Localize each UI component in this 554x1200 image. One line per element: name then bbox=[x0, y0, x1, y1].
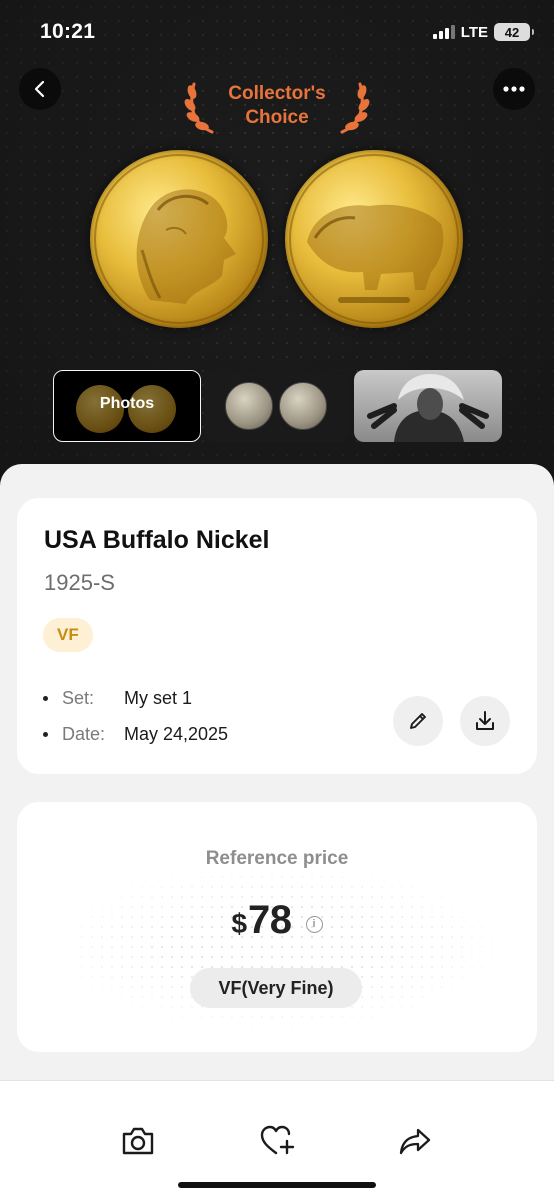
coin-info-card: USA Buffalo Nickel 1925-S VF Set: My set… bbox=[17, 498, 537, 774]
set-label: Set: bbox=[62, 688, 95, 708]
camera-icon bbox=[122, 1127, 154, 1155]
coin-obverse-image[interactable] bbox=[90, 150, 268, 328]
edit-button[interactable] bbox=[393, 696, 443, 746]
thumbnail-photos[interactable]: Photos bbox=[53, 370, 201, 442]
share-icon bbox=[399, 1128, 431, 1155]
set-row: Set: My set 1 bbox=[43, 688, 192, 709]
coin-reverse-image[interactable] bbox=[285, 150, 463, 328]
add-to-favorites-button[interactable] bbox=[255, 1119, 299, 1163]
price-amount: $ 78 i bbox=[17, 898, 537, 943]
share-button[interactable] bbox=[393, 1119, 437, 1163]
thumbnail-photos-label: Photos bbox=[99, 395, 155, 412]
status-indicators: LTE 42 bbox=[432, 23, 534, 41]
signal-icon bbox=[432, 25, 455, 39]
back-button[interactable] bbox=[19, 68, 61, 110]
heart-plus-icon bbox=[260, 1125, 295, 1155]
chevron-left-icon bbox=[34, 80, 45, 98]
coin-name: USA Buffalo Nickel bbox=[44, 526, 270, 554]
price-currency: $ bbox=[231, 908, 248, 939]
thumbnail-historical-portrait[interactable] bbox=[354, 370, 502, 442]
battery-icon: 42 bbox=[494, 23, 534, 41]
price-value: 78 bbox=[248, 898, 292, 942]
set-value: My set 1 bbox=[124, 688, 193, 708]
collectors-choice-badge: Collector's Choice bbox=[182, 76, 372, 136]
home-indicator bbox=[178, 1182, 376, 1188]
info-icon[interactable]: i bbox=[305, 915, 323, 933]
date-row: Date: May 24,2025 bbox=[43, 724, 228, 745]
price-label: Reference price bbox=[205, 848, 349, 869]
status-time: 10:21 bbox=[40, 20, 96, 43]
download-button[interactable] bbox=[460, 696, 510, 746]
price-grade-pill[interactable]: VF(Very Fine) bbox=[190, 968, 362, 1008]
camera-button[interactable] bbox=[116, 1119, 160, 1163]
download-icon bbox=[476, 711, 494, 730]
network-label: LTE bbox=[460, 23, 488, 41]
status-bar: 10:21 LTE 42 bbox=[0, 0, 554, 64]
date-value: May 24,2025 bbox=[124, 724, 229, 744]
date-label: Date: bbox=[62, 724, 106, 744]
photo-thumbnails: Photos bbox=[0, 368, 554, 448]
thumbnail-reference-coin[interactable] bbox=[205, 370, 350, 442]
pencil-icon bbox=[410, 713, 426, 729]
battery-level: 42 bbox=[504, 24, 520, 40]
coin-year-mint: 1925-S bbox=[44, 570, 115, 595]
ellipsis-icon bbox=[503, 86, 525, 92]
more-options-button[interactable] bbox=[493, 68, 535, 110]
grade-tag: VF bbox=[43, 618, 93, 652]
reference-price-card: Reference price $ 78 i VF(Very Fine) bbox=[17, 802, 537, 1052]
laurel-right-icon bbox=[340, 82, 370, 134]
